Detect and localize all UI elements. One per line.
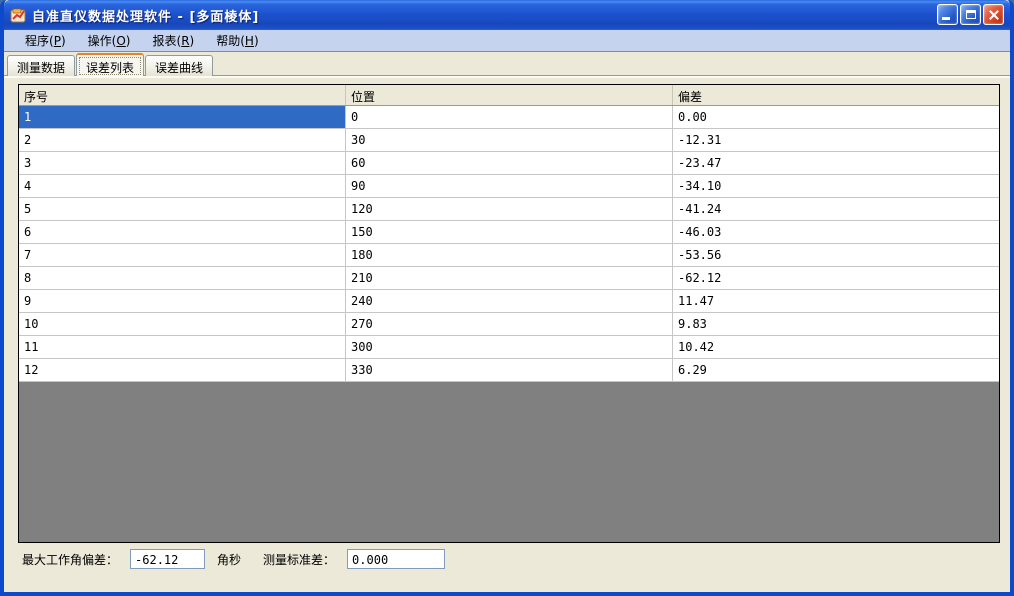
tab-label: 误差曲线 [155,61,204,75]
cell-pos[interactable]: 330 [346,359,673,381]
cell-seq[interactable]: 1 [19,106,346,128]
tab-label: 误差列表 [86,61,135,75]
menu-hotkey: H [244,34,254,48]
paren: ) [60,34,66,48]
menu-hotkey: P [53,34,61,48]
menu-item-program[interactable]: 程序(P) [14,30,77,51]
std-deviation-label: 测量标准差： [263,552,336,567]
table-row[interactable]: 3 60 -23.47 [19,152,999,175]
cell-dev[interactable]: -41.24 [673,198,999,220]
paren: ) [125,34,131,48]
paren: ) [189,34,195,48]
cell-seq[interactable]: 7 [19,244,346,266]
cell-dev[interactable]: -46.03 [673,221,999,243]
table-row[interactable]: 6 150 -46.03 [19,221,999,244]
menu-bar: 程序(P) 操作(O) 报表(R) 帮助(H) [4,30,1010,52]
minimize-icon [942,17,950,20]
cell-seq[interactable]: 6 [19,221,346,243]
cell-seq[interactable]: 2 [19,129,346,151]
arcsecond-unit-label: 角秒 [217,552,242,567]
cell-pos[interactable]: 240 [346,290,673,312]
title-bar[interactable]: 自准直仪数据处理软件 - [多面棱体] [4,0,1010,30]
cell-seq[interactable]: 8 [19,267,346,289]
menu-label: 操作 [87,34,112,48]
cell-dev[interactable]: -53.56 [673,244,999,266]
cell-seq[interactable]: 3 [19,152,346,174]
table-row[interactable]: 2 30 -12.31 [19,129,999,152]
cell-pos[interactable]: 120 [346,198,673,220]
table-row[interactable]: 12 330 6.29 [19,359,999,382]
menu-hotkey: O [116,34,126,48]
table-row[interactable]: 5 120 -41.24 [19,198,999,221]
paren: ) [253,34,259,48]
header-pos[interactable]: 位置 [346,85,673,105]
cell-dev[interactable]: 11.47 [673,290,999,312]
table-row[interactable]: 10 270 9.83 [19,313,999,336]
cell-dev[interactable]: 6.29 [673,359,999,381]
menu-hotkey: R [181,34,190,48]
cell-pos[interactable]: 90 [346,175,673,197]
cell-pos[interactable]: 150 [346,221,673,243]
cell-seq[interactable]: 10 [19,313,346,335]
maximize-button[interactable] [960,4,981,25]
summary-bar: 最大工作角偏差： 角秒 测量标准差： [22,549,1000,569]
cell-seq[interactable]: 5 [19,198,346,220]
cell-pos[interactable]: 0 [346,106,673,128]
table-empty-area [19,382,999,542]
header-dev[interactable]: 偏差 [673,85,999,105]
menu-label: 程序 [25,34,50,48]
tab-measure-data[interactable]: 测量数据 [7,55,76,76]
cell-pos[interactable]: 60 [346,152,673,174]
table-row[interactable]: 9 240 11.47 [19,290,999,313]
table-row[interactable]: 8 210 -62.12 [19,267,999,290]
client-area: 测量数据 误差列表 误差曲线 序号 位置 偏差 1 0 0.00 2 30 -1… [4,52,1010,591]
cell-pos[interactable]: 270 [346,313,673,335]
max-deviation-input[interactable] [130,549,206,569]
tab-error-list[interactable]: 误差列表 [76,53,145,76]
table-row[interactable]: 4 90 -34.10 [19,175,999,198]
cell-pos[interactable]: 210 [346,267,673,289]
cell-seq[interactable]: 12 [19,359,346,381]
window-controls [937,4,1004,25]
cell-dev[interactable]: -62.12 [673,267,999,289]
app-window: 自准直仪数据处理软件 - [多面棱体] 程序(P) 操作(O) 报表(R) 帮助… [0,0,1014,596]
menu-item-report[interactable]: 报表(R) [141,30,205,51]
cell-dev[interactable]: -23.47 [673,152,999,174]
app-icon [10,8,26,23]
cell-seq[interactable]: 9 [19,290,346,312]
cell-dev[interactable]: 0.00 [673,106,999,128]
header-seq[interactable]: 序号 [19,85,346,105]
tab-label: 测量数据 [17,61,66,75]
tab-strip: 测量数据 误差列表 误差曲线 [7,53,214,76]
table-row[interactable]: 1 0 0.00 [19,106,999,129]
error-table: 序号 位置 偏差 1 0 0.00 2 30 -12.31 3 60 -23.4… [18,84,1000,543]
menu-item-help[interactable]: 帮助(H) [205,30,269,51]
cell-dev[interactable]: 9.83 [673,313,999,335]
cell-dev[interactable]: 10.42 [673,336,999,358]
table-row[interactable]: 11 300 10.42 [19,336,999,359]
menu-item-operate[interactable]: 操作(O) [77,30,142,51]
minimize-button[interactable] [937,4,958,25]
table-header-row: 序号 位置 偏差 [19,85,999,106]
std-deviation-input[interactable] [347,549,446,569]
cell-seq[interactable]: 4 [19,175,346,197]
cell-pos[interactable]: 300 [346,336,673,358]
tab-error-curve[interactable]: 误差曲线 [145,55,214,76]
window-title: 自准直仪数据处理软件 - [多面棱体] [32,9,260,25]
max-deviation-label: 最大工作角偏差： [22,552,119,567]
cell-pos[interactable]: 180 [346,244,673,266]
cell-dev[interactable]: -12.31 [673,129,999,151]
close-button[interactable] [983,4,1004,25]
cell-pos[interactable]: 30 [346,129,673,151]
menu-label: 帮助 [216,34,241,48]
cell-seq[interactable]: 11 [19,336,346,358]
maximize-icon [966,10,976,19]
cell-dev[interactable]: -34.10 [673,175,999,197]
table-row[interactable]: 7 180 -53.56 [19,244,999,267]
menu-label: 报表 [152,34,177,48]
